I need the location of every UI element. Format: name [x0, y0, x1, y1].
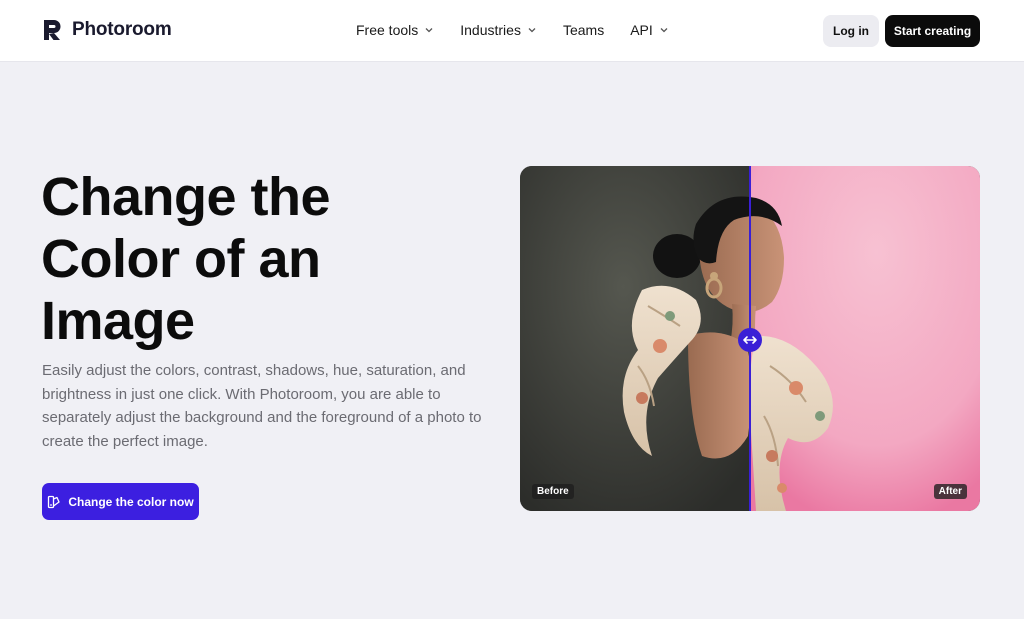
- color-palette-icon: [48, 495, 60, 508]
- chevron-down-icon: [425, 28, 433, 33]
- nav-item-industries[interactable]: Industries: [460, 22, 537, 38]
- start-creating-button[interactable]: Start creating: [885, 15, 980, 47]
- page-title: Change the Color of an Image: [41, 167, 331, 351]
- login-button[interactable]: Log in: [823, 15, 879, 47]
- nav-item-label: Teams: [562, 22, 605, 38]
- main-nav: Free tools Industries Teams API: [356, 22, 695, 38]
- arrows-left-right-icon: [743, 336, 757, 344]
- nav-item-free-tools[interactable]: Free tools: [356, 22, 434, 38]
- brand-name: Photoroom: [72, 19, 172, 40]
- nav-item-label: API: [630, 22, 653, 38]
- nav-item-label: Free tools: [356, 22, 419, 38]
- comparison-slider-handle[interactable]: [738, 328, 762, 352]
- chevron-down-icon: [660, 28, 668, 33]
- photoroom-logo[interactable]: Photoroom: [42, 18, 172, 42]
- top-navbar: Photoroom Free tools Industries Teams AP…: [0, 0, 1024, 62]
- nav-item-api[interactable]: API: [630, 22, 669, 38]
- before-after-comparison[interactable]: Before After: [520, 166, 980, 511]
- change-color-button[interactable]: Change the color now: [42, 483, 199, 520]
- hero-description: Easily adjust the colors, contrast, shad…: [42, 362, 482, 450]
- before-label: Before: [532, 484, 574, 499]
- chevron-down-icon: [528, 28, 536, 33]
- nav-item-label: Industries: [460, 22, 521, 38]
- cta-label: Change the color now: [68, 494, 194, 509]
- photoroom-logo-icon: [44, 20, 61, 40]
- after-label: After: [933, 484, 967, 499]
- nav-item-teams[interactable]: Teams: [563, 22, 604, 38]
